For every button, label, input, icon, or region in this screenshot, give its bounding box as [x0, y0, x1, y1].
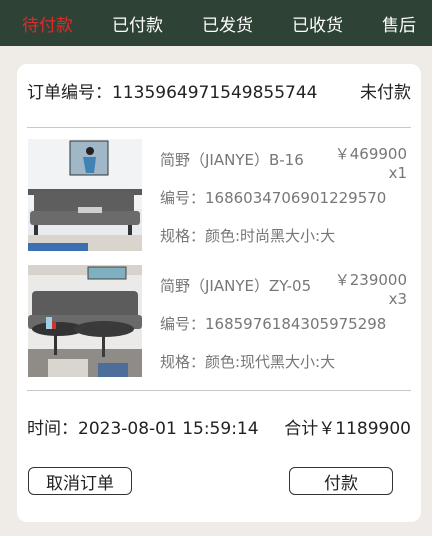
- tab-shipped[interactable]: 已发货: [202, 11, 253, 36]
- tab-after-sales[interactable]: 售后: [382, 11, 416, 36]
- divider: [27, 127, 411, 128]
- product-spec: 规格：颜色:现代黑大小:大: [160, 353, 336, 371]
- item-info: 简野（JIANYE）ZY-05 ￥239000 x3 编号：1685976184…: [160, 265, 411, 377]
- order-item[interactable]: 简野（JIANYE）B-16 ￥469900 x1 编号：16860347069…: [27, 139, 411, 255]
- tab-pending-payment[interactable]: 待付款: [22, 11, 73, 36]
- product-price: ￥239000: [334, 271, 407, 289]
- divider: [27, 390, 411, 391]
- order-number: 订单编号：1135964971549855744: [27, 83, 318, 103]
- product-code: 编号：1686034706901229570: [160, 189, 387, 207]
- product-image: [28, 139, 142, 251]
- product-name: 简野（JIANYE）B-16: [160, 151, 304, 169]
- product-image: [28, 265, 142, 377]
- product-name: 简野（JIANYE）ZY-05: [160, 277, 312, 295]
- product-price: ￥469900: [334, 145, 407, 163]
- order-total: 合计￥1189900: [284, 419, 411, 439]
- order-header: 订单编号：1135964971549855744 未付款: [27, 78, 411, 103]
- order-status-tabs: 待付款 已付款 已发货 已收货 售后: [0, 0, 432, 46]
- tab-paid[interactable]: 已付款: [112, 11, 163, 36]
- product-spec: 规格：颜色:时尚黑大小:大: [160, 227, 336, 245]
- order-footer: 时间：2023-08-01 15:59:14 合计￥1189900: [27, 414, 411, 439]
- tab-received[interactable]: 已收货: [292, 11, 343, 36]
- product-quantity: x1: [388, 164, 407, 182]
- cancel-order-button[interactable]: 取消订单: [28, 467, 132, 495]
- order-status: 未付款: [360, 83, 411, 103]
- product-price-block: ￥239000 x3: [335, 271, 407, 309]
- order-card: 订单编号：1135964971549855744 未付款 简野（JIANYE）B…: [17, 64, 421, 522]
- item-info: 简野（JIANYE）B-16 ￥469900 x1 编号：16860347069…: [160, 139, 411, 251]
- product-price-block: ￥469900 x1: [335, 145, 407, 183]
- product-code: 编号：1685976184305975298: [160, 315, 387, 333]
- pay-button[interactable]: 付款: [289, 467, 393, 495]
- order-time: 时间：2023-08-01 15:59:14: [27, 419, 259, 439]
- product-quantity: x3: [388, 290, 407, 308]
- order-item[interactable]: 简野（JIANYE）ZY-05 ￥239000 x3 编号：1685976184…: [27, 265, 411, 381]
